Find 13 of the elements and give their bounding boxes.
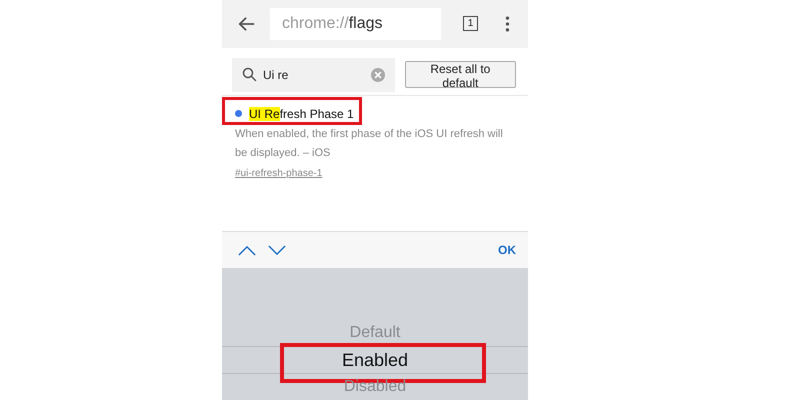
tab-count-button[interactable]: 1 — [463, 16, 478, 32]
flag-title: UI Refresh Phase 1 — [249, 106, 354, 121]
search-field[interactable]: Ui re — [232, 58, 395, 92]
address-field[interactable]: chrome://flags — [270, 8, 441, 40]
ok-button[interactable]: OK — [498, 243, 516, 258]
flag-link[interactable]: #ui-refresh-phase-1 — [235, 168, 322, 179]
back-arrow-icon[interactable] — [238, 14, 256, 33]
reset-button[interactable]: Reset all to default — [404, 61, 516, 88]
status-dot — [235, 110, 242, 118]
flag-description: When enabled, the first phase of the iOS UI refresh will be displayed. – iOS — [235, 126, 504, 161]
picker-option[interactable]: Enabled — [342, 350, 408, 371]
more-menu-icon[interactable] — [505, 14, 510, 33]
search-icon — [242, 67, 257, 82]
